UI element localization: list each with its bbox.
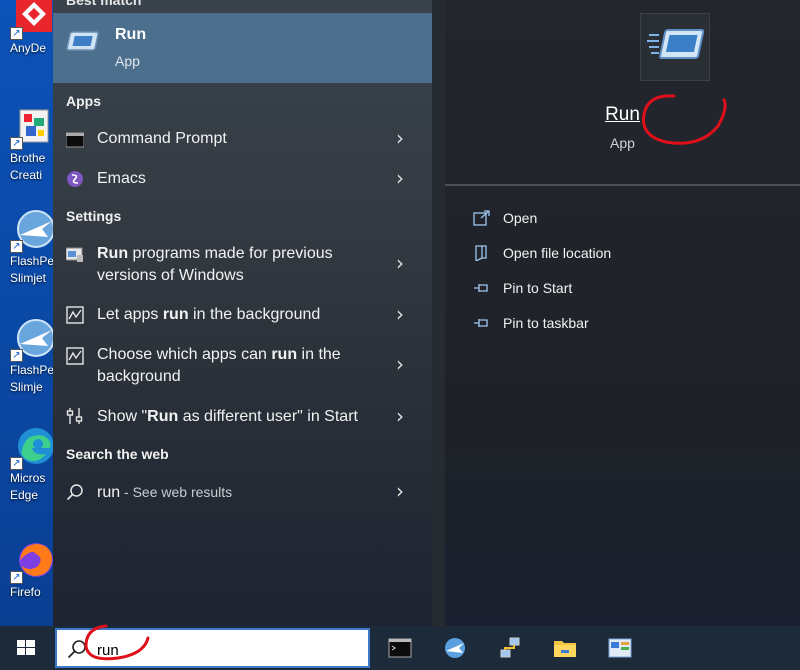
- taskbar-file-explorer[interactable]: [540, 626, 590, 670]
- run-app-icon: [66, 31, 99, 51]
- settings-sliders-icon: [66, 408, 83, 424]
- result-label: Show "Run as different user" in Start: [97, 408, 358, 425]
- desktop-icon-label: Micros Edge: [10, 471, 46, 502]
- result-command-prompt[interactable]: Command Prompt ›: [53, 126, 432, 152]
- shortcut-arrow-icon: ↗: [10, 137, 23, 150]
- file-location-icon: [475, 245, 487, 261]
- result-web-search[interactable]: run - See web results ›: [53, 479, 432, 505]
- best-match-run[interactable]: Run App: [53, 13, 432, 83]
- search-icon: [67, 640, 86, 659]
- result-label: Run programs made for previous versions …: [97, 245, 333, 284]
- result-label: Emacs: [97, 170, 146, 187]
- taskbar-search-box[interactable]: [55, 628, 370, 668]
- action-label: Open file location: [503, 245, 612, 261]
- shortcut-arrow-icon: ↗: [10, 27, 23, 40]
- chevron-right-icon[interactable]: ›: [396, 126, 404, 150]
- action-label: Pin to taskbar: [503, 315, 589, 331]
- open-icon: [473, 210, 490, 226]
- chevron-right-icon[interactable]: ›: [396, 479, 404, 503]
- result-label: run - See web results: [97, 484, 233, 501]
- background-apps-icon: [66, 306, 84, 324]
- taskbar: [0, 624, 800, 670]
- slimjet-icon: ↗: [10, 207, 56, 253]
- result-label: Command Prompt: [97, 130, 227, 147]
- desktop-icon-label: Brothe Creati: [10, 151, 46, 182]
- desktop-icon-slimjet-2[interactable]: ↗ FlashPe Slimje: [0, 316, 56, 396]
- emacs-icon: [67, 171, 83, 187]
- taskbar-network[interactable]: [485, 626, 535, 670]
- section-settings: Settings: [66, 208, 122, 224]
- brother-creative-icon: ↗: [10, 104, 56, 150]
- details-app-type: App: [610, 135, 635, 151]
- chevron-right-icon[interactable]: ›: [396, 352, 404, 376]
- start-search-panel: Best match Run App Apps Command Prompt ›…: [53, 0, 800, 626]
- shortcut-arrow-icon: ↗: [10, 457, 23, 470]
- result-let-apps-run-background[interactable]: Let apps run in the background ›: [53, 302, 432, 328]
- result-run-compatibility[interactable]: Run programs made for previous versions …: [53, 243, 432, 289]
- details-pane: Run App Open Open file location Pin to S…: [445, 0, 800, 626]
- anydesk-icon: ↗: [10, 0, 56, 40]
- search-results-list: Best match Run App Apps Command Prompt ›…: [53, 0, 432, 626]
- result-emacs[interactable]: Emacs ›: [53, 166, 432, 192]
- desktop-icon-brother[interactable]: ↗ Brothe Creati: [0, 104, 56, 184]
- desktop-icon-label: Firefo: [10, 585, 41, 599]
- details-app-name[interactable]: Run: [445, 104, 800, 126]
- shortcut-arrow-icon: ↗: [10, 349, 23, 362]
- desktop-icon-firefox[interactable]: ↗ Firefo: [0, 538, 56, 601]
- compatibility-icon: [66, 247, 83, 262]
- pin-icon: [474, 284, 488, 292]
- chevron-right-icon[interactable]: ›: [396, 251, 404, 275]
- pin-icon: [474, 319, 488, 327]
- edge-icon: ↗: [10, 424, 56, 470]
- firefox-icon: ↗: [10, 538, 56, 584]
- chevron-right-icon[interactable]: ›: [396, 166, 404, 190]
- control-panel-icon: [608, 638, 632, 658]
- command-prompt-icon: [66, 132, 84, 148]
- result-choose-apps-background[interactable]: Choose which apps can run in the backgro…: [53, 344, 432, 390]
- file-explorer-icon: [554, 641, 576, 657]
- taskbar-command-prompt[interactable]: [375, 626, 425, 670]
- result-label: Let apps run in the background: [97, 306, 321, 323]
- globe-browser-icon: [445, 638, 465, 658]
- network-icon: [500, 637, 520, 658]
- result-label: Choose which apps can run in the backgro…: [97, 346, 341, 385]
- section-apps: Apps: [66, 93, 101, 109]
- result-show-run-as-different-user[interactable]: Show "Run as different user" in Start ›: [53, 404, 432, 430]
- best-match-title: Run: [115, 26, 147, 43]
- search-input[interactable]: [97, 640, 347, 660]
- desktop-icon-edge[interactable]: ↗ Micros Edge: [0, 424, 56, 504]
- desktop-icon-label: AnyDe: [10, 41, 47, 55]
- action-label: Pin to Start: [503, 280, 573, 296]
- search-icon: [66, 484, 83, 501]
- desktop-icon-anydesk[interactable]: ↗ AnyDe: [0, 0, 56, 57]
- shortcut-arrow-icon: ↗: [10, 571, 23, 584]
- windows-logo-icon: [17, 640, 35, 655]
- action-label: Open: [503, 210, 538, 226]
- section-search-web: Search the web: [66, 446, 169, 462]
- start-button[interactable]: [0, 626, 53, 670]
- taskbar-browser[interactable]: [430, 626, 480, 670]
- panel-divider: [432, 0, 445, 626]
- details-separator: [445, 184, 800, 186]
- background-apps-icon: [66, 347, 84, 365]
- chevron-right-icon[interactable]: ›: [396, 404, 404, 428]
- desktop-icon-label: FlashPe Slimjet: [10, 254, 55, 285]
- desktop-icon-label: FlashPe Slimje: [10, 363, 55, 394]
- desktop-icon-slimjet-1[interactable]: ↗ FlashPe Slimjet: [0, 207, 56, 287]
- taskbar-control-panel[interactable]: [595, 626, 645, 670]
- shortcut-arrow-icon: ↗: [10, 240, 23, 253]
- chevron-right-icon[interactable]: ›: [396, 302, 404, 326]
- slimjet-icon: ↗: [10, 316, 56, 362]
- run-app-large-icon: [640, 13, 710, 81]
- best-match-header: Best match: [66, 0, 142, 8]
- best-match-subtitle: App: [115, 53, 140, 69]
- command-prompt-icon: [388, 638, 412, 658]
